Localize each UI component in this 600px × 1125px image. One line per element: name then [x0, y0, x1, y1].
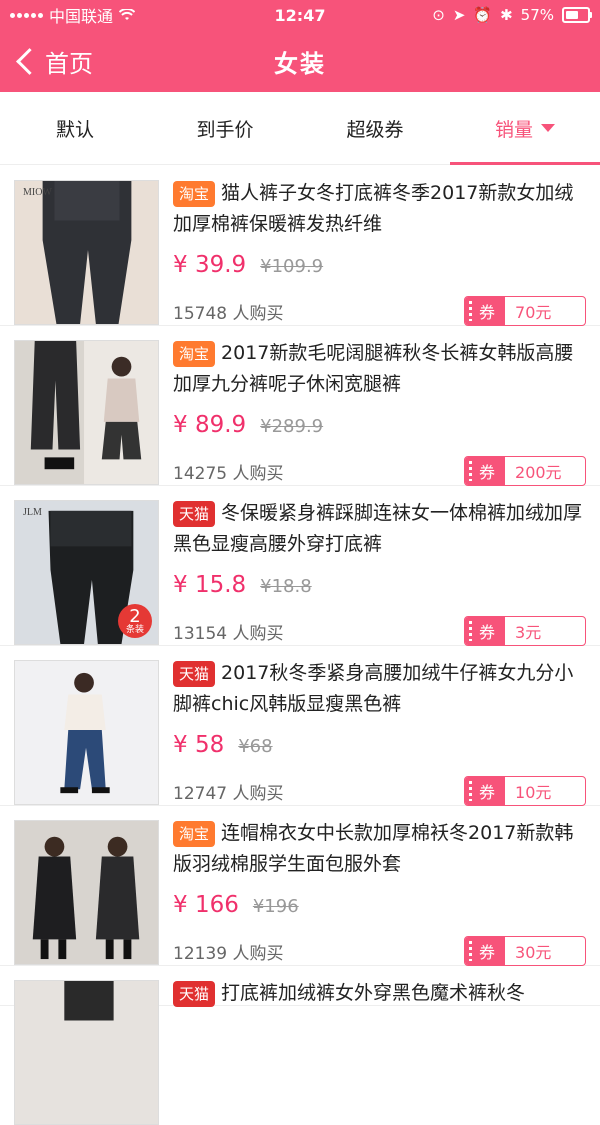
top-bar: 中国联通 12:47 ⊙ ➤ ⏰ ✱ 57% 首页 女装	[0, 0, 600, 92]
leggings-image	[15, 181, 158, 324]
platform-badge: 天猫	[173, 660, 216, 687]
product-title[interactable]: 淘宝 2017新款毛呢阔腿裤秋冬长裤女韩版高腰加厚九分裤呢子休闲宽腿裤	[173, 338, 586, 400]
buyer-count: 14275 人购买	[173, 463, 284, 484]
sort-tabs: 默认 到手价 超级券 销量	[0, 92, 600, 165]
product-image-partial	[15, 981, 158, 1124]
current-price: ¥ 15.8	[173, 572, 247, 598]
original-price: ¥68	[238, 736, 273, 757]
chevron-left-icon	[16, 47, 43, 75]
coupon-label: 券	[465, 937, 506, 965]
product-title[interactable]: 淘宝 连帽棉衣女中长款加厚棉袄冬2017新款韩版羽绒棉服学生面包服外套	[173, 818, 586, 880]
product-title[interactable]: 天猫 2017秋冬季紧身高腰加绒牛仔裤女九分小脚裤chic风韩版显瘦黑色裤	[173, 658, 586, 720]
status-bar: 中国联通 12:47 ⊙ ➤ ⏰ ✱ 57%	[0, 0, 600, 30]
tab-final-price[interactable]: 到手价	[150, 92, 300, 164]
coupon-label: 券	[465, 617, 506, 645]
product-image[interactable]: MIOW	[14, 180, 159, 325]
platform-badge: 淘宝	[173, 820, 216, 847]
product-item[interactable]: 天猫 2017秋冬季紧身高腰加绒牛仔裤女九分小脚裤chic风韩版显瘦黑色裤 ¥ 5…	[0, 646, 600, 806]
coupon-value: 70元	[505, 297, 562, 325]
coupon-button[interactable]: 券 200元	[464, 456, 586, 486]
coupon-value: 3元	[505, 617, 552, 645]
coupon-value: 200元	[505, 457, 572, 485]
wide-pants-image	[15, 341, 158, 484]
nav-bar: 首页 女装	[0, 30, 600, 92]
product-item[interactable]: 天猫 打底裤加绒裤女外穿黑色魔术裤秋冬	[0, 966, 600, 1125]
product-item[interactable]: MIOW 淘宝 猫人裤子女冬打底裤冬季2017新款女加绒加厚棉裤保暖裤发热纤维 ¥…	[0, 166, 600, 326]
current-price: ¥ 58	[173, 732, 225, 758]
brand-logo: MIOW	[23, 187, 52, 198]
original-price: ¥196	[252, 896, 299, 917]
product-title[interactable]: 天猫 冬保暖紧身裤踩脚连袜女一体棉裤加绒加厚黑色显瘦高腰外穿打底裤	[173, 498, 586, 560]
bundle-badge: 2 条装	[118, 604, 152, 638]
product-image[interactable]	[14, 660, 159, 805]
current-price: ¥ 39.9	[173, 252, 247, 278]
jeans-image	[15, 661, 158, 804]
product-title[interactable]: 淘宝 猫人裤子女冬打底裤冬季2017新款女加绒加厚棉裤保暖裤发热纤维	[173, 178, 586, 240]
product-image[interactable]: JLM 2 条装	[14, 500, 159, 645]
current-price: ¥ 166	[173, 892, 239, 918]
battery-icon	[562, 7, 592, 23]
brand-logo: JLM	[23, 507, 42, 518]
platform-badge: 天猫	[173, 980, 216, 1007]
tab-sales[interactable]: 销量	[450, 92, 600, 165]
platform-badge: 天猫	[173, 500, 216, 527]
coupon-value: 30元	[505, 937, 562, 965]
product-list: MIOW 淘宝 猫人裤子女冬打底裤冬季2017新款女加绒加厚棉裤保暖裤发热纤维 ¥…	[0, 166, 600, 1125]
product-item[interactable]: 淘宝 2017新款毛呢阔腿裤秋冬长裤女韩版高腰加厚九分裤呢子休闲宽腿裤 ¥ 89.…	[0, 326, 600, 486]
back-button[interactable]: 首页	[14, 30, 93, 92]
current-price: ¥ 89.9	[173, 412, 247, 438]
tab-default[interactable]: 默认	[0, 92, 150, 164]
buyer-count: 13154 人购买	[173, 623, 284, 644]
coupon-label: 券	[465, 297, 506, 325]
coupon-label: 券	[465, 777, 506, 805]
buyer-count: 12139 人购买	[173, 943, 284, 964]
status-time: 12:47	[274, 5, 326, 25]
coupon-button[interactable]: 券 10元	[464, 776, 586, 806]
original-price: ¥109.9	[260, 256, 324, 277]
buyer-count: 12747 人购买	[173, 783, 284, 804]
buyer-count: 15748 人购买	[173, 303, 284, 324]
coupon-button[interactable]: 券 70元	[464, 296, 586, 326]
padded-coat-image	[15, 821, 158, 964]
platform-badge: 淘宝	[173, 340, 216, 367]
product-item[interactable]: 淘宝 连帽棉衣女中长款加厚棉袄冬2017新款韩版羽绒棉服学生面包服外套 ¥ 166…	[0, 806, 600, 966]
original-price: ¥18.8	[260, 576, 312, 597]
product-image[interactable]	[14, 340, 159, 485]
original-price: ¥289.9	[260, 416, 324, 437]
product-image[interactable]	[14, 980, 159, 1125]
coupon-button[interactable]: 券 30元	[464, 936, 586, 966]
back-label: 首页	[45, 49, 93, 78]
product-title[interactable]: 天猫 打底裤加绒裤女外穿黑色魔术裤秋冬	[173, 978, 586, 1040]
product-item[interactable]: JLM 2 条装 天猫 冬保暖紧身裤踩脚连袜女一体棉裤加绒加厚黑色显瘦高腰外穿打底…	[0, 486, 600, 646]
coupon-button[interactable]: 券 3元	[464, 616, 586, 646]
coupon-label: 券	[465, 457, 506, 485]
platform-badge: 淘宝	[173, 180, 216, 207]
tab-super-coupon[interactable]: 超级券	[300, 92, 450, 164]
caret-down-icon	[541, 124, 555, 132]
product-image[interactable]	[14, 820, 159, 965]
coupon-value: 10元	[505, 777, 562, 805]
page-title: 女装	[274, 49, 326, 78]
